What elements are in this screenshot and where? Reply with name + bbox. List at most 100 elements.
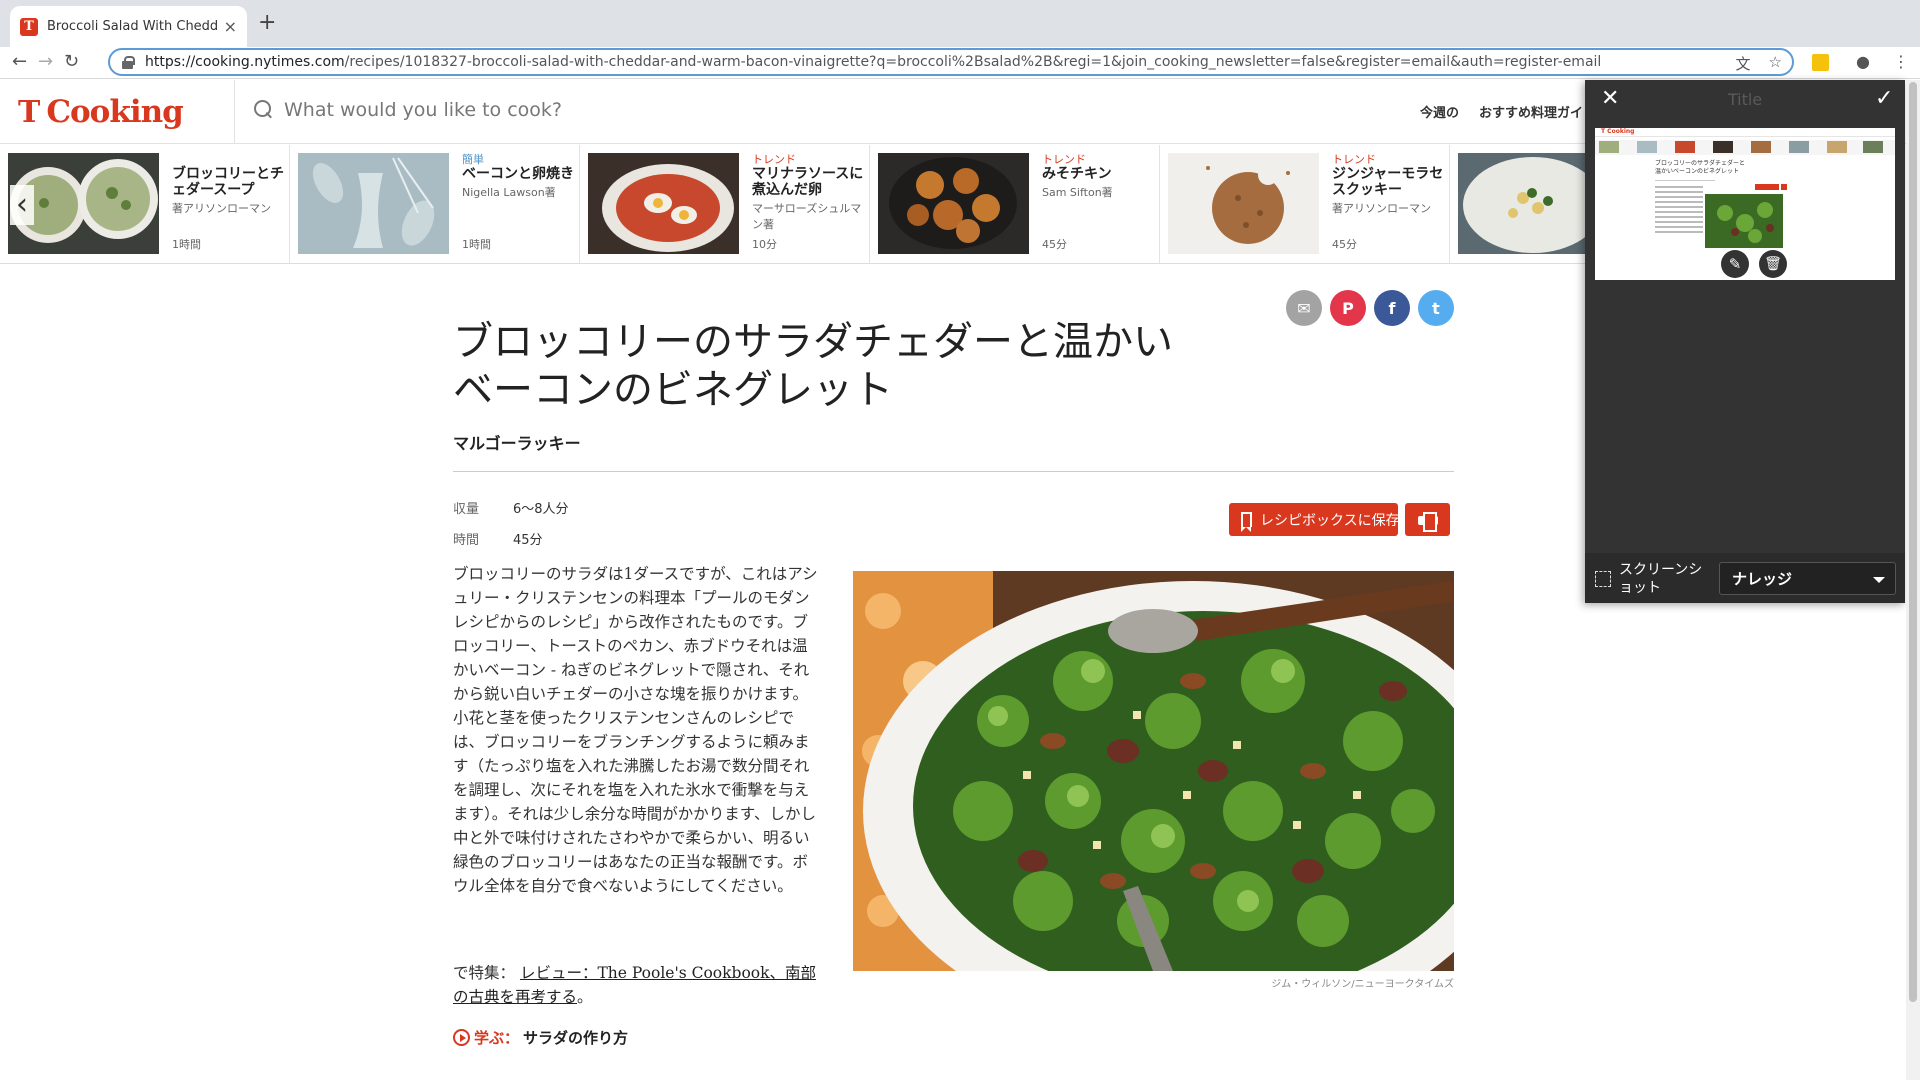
browser-tab[interactable]: T Broccoli Salad With Cheddar and Warm B… <box>10 6 247 47</box>
time-value: 45分 <box>513 533 543 548</box>
photo-credit: ジム・ウィルソン/ニューヨークタイムズ <box>1271 979 1454 990</box>
recipe-title: ブロッコリーのサラダチェダーと温かいベーコンのビネグレット <box>453 319 1173 413</box>
pinterest-share-icon[interactable]: P <box>1330 290 1366 326</box>
thumbnail-logo: T Cooking <box>1601 128 1635 135</box>
card-author: Nigella Lawson著 <box>462 186 556 199</box>
yield-label: 収量 <box>453 502 480 517</box>
logo-text: Cooking <box>46 94 183 130</box>
card-title: マリナラソースに煮込んだ卵 <box>752 166 864 198</box>
close-tab-icon[interactable]: × <box>224 17 237 36</box>
category-select[interactable]: ナレッジ <box>1719 562 1896 595</box>
screenshot-icon <box>1595 571 1611 587</box>
printer-icon <box>1417 511 1438 532</box>
twitter-share-icon[interactable]: t <box>1418 290 1454 326</box>
divider <box>234 80 235 144</box>
card-time: 1時間 <box>462 238 491 251</box>
card-title: みそチキン <box>1042 166 1112 182</box>
featured-suffix: 。 <box>577 988 593 1006</box>
card-author: Sam Sifton著 <box>1042 186 1113 199</box>
card-title: ブロッコリーとチェダースープ <box>172 166 284 198</box>
carousel-card[interactable]: トレンド ジンジャーモラセスクッキー 著アリソンローマン 45分 <box>1160 145 1450 263</box>
carousel-card[interactable]: トレンド マリナラソースに煮込んだ卵 マーサローズシュルマン著 10分 <box>580 145 870 263</box>
check-icon[interactable]: ✓ <box>1875 86 1893 111</box>
star-icon[interactable]: ☆ <box>1769 53 1782 74</box>
carousel-card[interactable] <box>1450 145 1590 263</box>
card-image <box>298 153 449 254</box>
card-author: 著アリソンローマン <box>1332 202 1431 215</box>
carousel-prev-button[interactable]: ‹ <box>10 185 34 225</box>
recipe-author[interactable]: マルゴーラッキー <box>453 430 581 454</box>
card-image <box>1458 153 1590 254</box>
scrollbar-thumb[interactable] <box>1909 82 1917 1002</box>
tab-title: Broccoli Salad With Cheddar and Warm Bac… <box>47 19 218 34</box>
card-time: 10分 <box>752 238 777 251</box>
lock-icon <box>122 55 135 69</box>
card-image <box>878 153 1029 254</box>
category-value: ナレッジ <box>1732 570 1793 588</box>
card-author: 著アリソンローマン <box>172 202 271 215</box>
card-time: 1時間 <box>172 238 201 251</box>
card-tag: トレンド <box>1332 153 1376 166</box>
featured-prefix: で特集： <box>453 964 516 982</box>
card-image <box>1168 153 1319 254</box>
card-title: ジンジャーモラセスクッキー <box>1332 166 1444 198</box>
account-icon[interactable]: ● <box>1856 52 1870 71</box>
header-nav: 今週の おすすめ料理ガイド <box>1420 102 1596 121</box>
card-author: マーサローズシュルマン著 <box>752 202 862 231</box>
nyt-logo-icon: T <box>18 94 41 130</box>
menu-icon[interactable]: ⋮ <box>1893 52 1909 71</box>
carousel-card[interactable]: トレンド みそチキン Sam Sifton著 45分 <box>870 145 1160 263</box>
print-button[interactable] <box>1405 503 1450 536</box>
bookmark-icon <box>1241 512 1252 532</box>
clipper-panel: ✕ Title ✓ T Cooking ブロッコリーのサラダチェダーと温かいベー… <box>1585 80 1905 603</box>
recipe-carousel: ブロッコリーとチェダースープ 著アリソンローマン 1時間 簡単 ベーコンと卵焼き… <box>0 145 1590 264</box>
reload-icon[interactable]: ↻ <box>64 51 79 72</box>
panel-footer: スクリーンショット ナレッジ <box>1585 553 1905 603</box>
browser-tabstrip: T Broccoli Salad With Cheddar and Warm B… <box>0 0 1920 47</box>
email-share-icon[interactable]: ✉ <box>1286 290 1322 326</box>
card-image <box>588 153 739 254</box>
featured-in: で特集： レビュー：The Poole's Cookbook、南部の古典を再考す… <box>453 961 823 1009</box>
pencil-icon[interactable]: ✎ <box>1721 250 1749 278</box>
card-tag: 簡単 <box>462 153 484 166</box>
trash-icon[interactable]: 🗑 <box>1759 250 1787 278</box>
facebook-share-icon[interactable]: f <box>1374 290 1410 326</box>
carousel-card[interactable]: ブロッコリーとチェダースープ 著アリソンローマン 1時間 <box>0 145 290 263</box>
panel-title[interactable]: Title <box>1585 90 1905 109</box>
back-icon[interactable]: ← <box>12 51 27 72</box>
learn-label: 学ぶ： <box>474 1029 520 1047</box>
search-icon <box>254 100 274 120</box>
nav-link-this-week[interactable]: 今週の <box>1420 102 1459 121</box>
time-row: 時間 45分 <box>453 529 543 548</box>
search-bar[interactable] <box>254 98 882 122</box>
new-tab-button[interactable]: + <box>258 10 276 35</box>
card-time: 45分 <box>1332 238 1357 251</box>
cooking-logo[interactable]: T Cooking <box>18 92 228 132</box>
yield-value: 6〜8人分 <box>513 502 569 517</box>
forward-icon[interactable]: → <box>38 51 53 72</box>
recipe-hero-image <box>853 571 1454 971</box>
save-button-label: レシピボックスに保存 <box>1260 512 1398 529</box>
favicon-icon: T <box>20 17 38 36</box>
search-input[interactable] <box>282 98 882 122</box>
divider <box>453 471 1454 472</box>
nav-link-guides[interactable]: おすすめ料理ガイド <box>1479 102 1596 121</box>
carousel-card[interactable]: 簡単 ベーコンと卵焼き Nigella Lawson著 1時間 <box>290 145 580 263</box>
card-tag: トレンド <box>1042 153 1086 166</box>
save-to-recipe-box-button[interactable]: レシピボックスに保存 <box>1229 503 1398 536</box>
card-tag <box>172 153 284 166</box>
time-label: 時間 <box>453 533 480 548</box>
browser-toolbar: ← → ↻ https://cooking.nytimes.com/recipe… <box>0 47 1920 79</box>
learn-link[interactable]: 学ぶ： サラダの作り方 <box>453 1027 628 1048</box>
screenshot-toggle[interactable]: スクリーンショット <box>1595 561 1707 597</box>
address-bar[interactable]: https://cooking.nytimes.com/recipes/1018… <box>108 48 1794 76</box>
translate-icon[interactable]: 文 <box>1736 53 1751 74</box>
play-icon <box>453 1029 470 1046</box>
screenshot-label: スクリーンショット <box>1619 562 1703 596</box>
extension-icon[interactable] <box>1812 54 1829 71</box>
yield-row: 収量 6〜8人分 <box>453 498 569 517</box>
card-title: ベーコンと卵焼き <box>462 166 574 182</box>
url-text: https://cooking.nytimes.com/recipes/1018… <box>145 54 1602 70</box>
chevron-down-icon <box>1873 577 1885 583</box>
recipe-description: ブロッコリーのサラダは1ダースですが、これはアシュリー・クリステンセンの料理本「… <box>453 565 818 895</box>
